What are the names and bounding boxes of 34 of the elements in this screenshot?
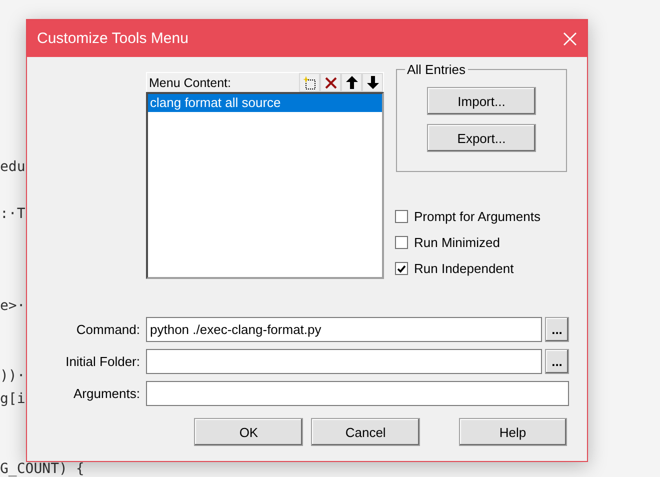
checkbox-label: Run Independent [414,261,514,276]
import-button[interactable]: Import... [427,87,536,115]
list-item[interactable]: clang format all source [148,94,382,112]
window-title: Customize Tools Menu [37,30,188,47]
export-button[interactable]: Export... [427,124,536,152]
input-field[interactable]: python ./exec-clang-format.py [146,317,542,342]
list-label: Menu Content: [148,76,231,90]
field-label: Initial Folder: [64,354,140,369]
checkbox[interactable] [395,262,408,275]
dialog-button[interactable]: OK [194,418,304,446]
code-line: g[i [0,391,26,407]
code-line: e>· [0,298,26,314]
input-field[interactable] [146,381,569,406]
new-item-button[interactable] [299,73,320,92]
group-title: All Entries [405,62,468,77]
delete-button[interactable] [320,73,341,92]
move-down-button[interactable] [362,73,383,92]
code-line: G_COUNT) { [0,460,84,477]
move-up-button[interactable] [341,73,362,92]
close-icon[interactable] [563,32,577,46]
browse-button[interactable]: ... [545,317,569,342]
code-line: ))· [0,368,26,384]
field-label: Arguments: [72,386,140,401]
checkbox[interactable] [395,236,408,249]
dialog-button[interactable]: Cancel [311,418,420,446]
checkbox[interactable] [395,210,408,223]
field-label: Command: [75,322,140,337]
browse-button[interactable]: ... [545,349,569,374]
input-field[interactable] [146,349,542,374]
code-line: :·T [0,206,26,222]
help-button[interactable]: Help [458,418,567,446]
code-line: edu [0,159,26,176]
checkbox-label: Prompt for Arguments [414,209,540,224]
checkbox-label: Run Minimized [414,235,500,250]
